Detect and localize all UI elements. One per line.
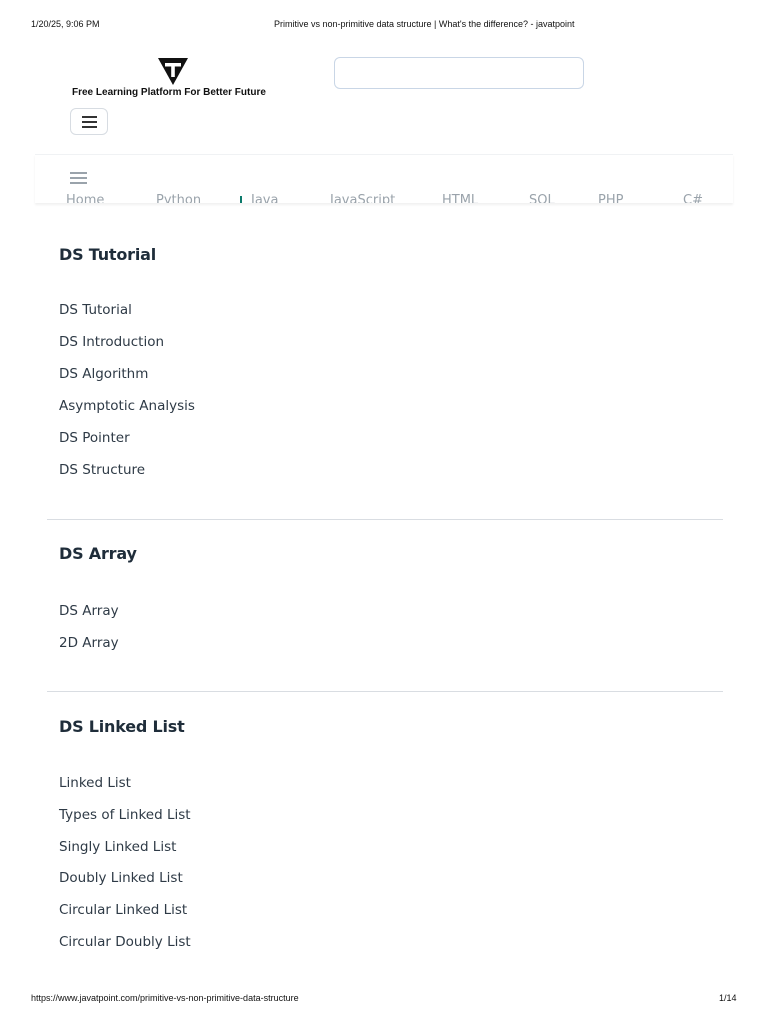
nav-link-home[interactable]: Home [66, 193, 104, 203]
nav-link-sql[interactable]: SQL [529, 193, 555, 203]
menu-toggle-button[interactable] [70, 108, 108, 135]
nav-link-java[interactable]: Java [251, 193, 278, 203]
menu-link[interactable]: Asymptotic Analysis [59, 398, 195, 414]
menu-link[interactable]: DS Introduction [59, 334, 164, 350]
menu-link[interactable]: DS Algorithm [59, 366, 148, 382]
print-page-title: Primitive vs non-primitive data structur… [274, 19, 575, 29]
print-page-number: 1/14 [719, 993, 737, 1003]
menu-link[interactable]: DS Structure [59, 462, 145, 478]
section-divider [47, 691, 723, 692]
search-input[interactable] [334, 57, 584, 89]
menu-link[interactable]: Singly Linked List [59, 839, 176, 855]
nav-active-indicator [240, 196, 242, 203]
section-title: DS Linked List [59, 717, 185, 736]
nav-hamburger-icon[interactable] [70, 172, 87, 185]
menu-link[interactable]: Doubly Linked List [59, 870, 183, 886]
nav-link-javascript[interactable]: JavaScript [330, 193, 395, 203]
menu-link[interactable]: 2D Array [59, 635, 119, 651]
nav-link-php[interactable]: PHP [598, 193, 623, 203]
hamburger-icon [82, 116, 97, 128]
section-divider [47, 519, 723, 520]
nav-link-html[interactable]: HTML [442, 193, 478, 203]
print-datetime: 1/20/25, 9:06 PM [31, 19, 100, 29]
menu-link[interactable]: DS Pointer [59, 430, 130, 446]
menu-link[interactable]: Linked List [59, 775, 131, 791]
menu-link[interactable]: Circular Doubly List [59, 934, 191, 950]
menu-link[interactable]: DS Array [59, 603, 119, 619]
section-title: DS Array [59, 544, 137, 563]
nav-link-csharp[interactable]: C# [683, 193, 703, 203]
javatpoint-logo-icon [158, 58, 188, 85]
top-nav: Home Python Java JavaScript HTML SQL PHP… [35, 154, 733, 203]
nav-link-python[interactable]: Python [156, 193, 201, 203]
print-url: https://www.javatpoint.com/primitive-vs-… [31, 993, 299, 1003]
section-title: DS Tutorial [59, 245, 157, 264]
menu-link[interactable]: DS Tutorial [59, 302, 132, 318]
site-logo[interactable]: Free Learning Platform For Better Future [72, 56, 292, 104]
menu-link[interactable]: Circular Linked List [59, 902, 187, 918]
site-tagline: Free Learning Platform For Better Future [72, 87, 266, 98]
menu-link[interactable]: Types of Linked List [59, 807, 191, 823]
